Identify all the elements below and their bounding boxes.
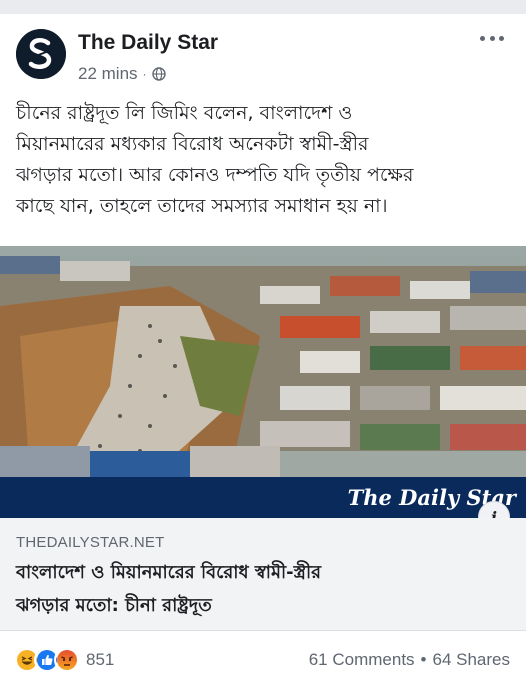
engagement-bar: 851 61 Comments • 64 Shares <box>0 631 526 687</box>
more-dot-icon <box>489 35 495 41</box>
link-title-line: বাংলাদেশ ও মিয়ানমারের বিরোধ স্বামী-স্ত্… <box>16 562 322 583</box>
angry-icon <box>54 647 80 673</box>
shared-photo[interactable] <box>0 246 526 477</box>
stats-separator: • <box>420 650 427 669</box>
post-header: The Daily Star 22 mins · <box>0 14 526 96</box>
more-dot-icon <box>480 35 485 41</box>
globe-icon <box>151 67 166 81</box>
link-title-line: ঝগড়ার মতো: চীনা রাষ্ট্রদূত <box>16 595 212 616</box>
link-title: বাংলাদেশ ও মিয়ানমারের বিরোধ স্বামী-স্ত্… <box>16 556 496 622</box>
image-logo-banner: The Daily Star <box>0 477 526 518</box>
link-preview[interactable]: THEDAILYSTAR.NET বাংলাদেশ ও মিয়ানমারের … <box>0 518 526 631</box>
meta-separator: · <box>142 67 147 81</box>
post-text-line: চীনের রাষ্ট্রদূত লি জিমিং বলেন, বাংলাদেশ… <box>16 102 353 124</box>
more-dot-icon <box>499 35 504 41</box>
shares-count-link[interactable]: 64 Shares <box>433 650 511 670</box>
daily-star-logo-icon <box>16 29 66 79</box>
post-timestamp[interactable]: 22 mins <box>78 64 138 84</box>
more-options-button[interactable] <box>480 28 504 48</box>
post-meta: 22 mins · <box>78 64 166 84</box>
post-card: The Daily Star 22 mins · চীনের রাষ্ট্রদূ… <box>0 14 526 698</box>
refugee-camp-photo <box>0 246 526 477</box>
post-text-line: মিয়ানমারের মধ্যকার বিরোধ অনেকটা স্বামী-… <box>16 133 369 155</box>
post-text-line: ঝগড়ার মতো। আর কোনও দম্পতি যদি তৃতীয় পক… <box>16 164 414 186</box>
link-domain: THEDAILYSTAR.NET <box>16 534 165 551</box>
reaction-count: 851 <box>86 650 115 669</box>
comments-count-link[interactable]: 61 Comments <box>309 650 415 670</box>
page-avatar[interactable] <box>16 29 66 79</box>
post-text: চীনের রাষ্ট্রদূত লি জিমিং বলেন, বাংলাদেশ… <box>16 98 516 222</box>
engagement-stats: 61 Comments • 64 Shares <box>309 650 510 670</box>
page-name-link[interactable]: The Daily Star <box>78 31 218 55</box>
reactions-summary[interactable]: 851 <box>14 647 114 673</box>
post-text-line: কাছে যান, তাহলে তাদের সমস্যার সমাধান হয়… <box>16 195 388 217</box>
